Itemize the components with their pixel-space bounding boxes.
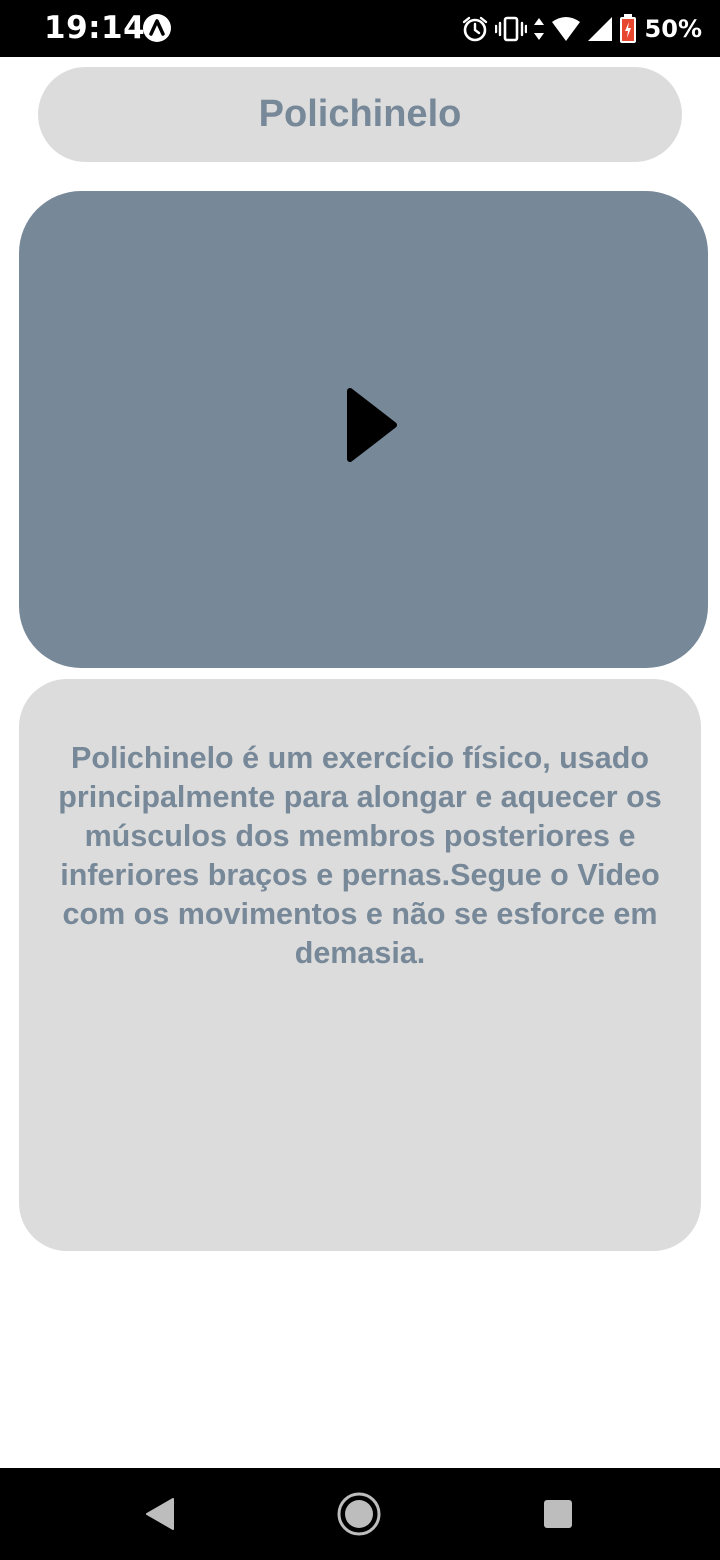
app-notification-icon (143, 14, 171, 42)
alarm-icon (462, 16, 487, 42)
status-icons: 50% (461, 12, 702, 46)
system-nav-bar (0, 1468, 720, 1560)
data-arrows-icon (533, 18, 544, 40)
home-icon (337, 1492, 381, 1536)
recents-icon (544, 1500, 572, 1528)
wifi-icon (551, 17, 580, 41)
battery-icon (619, 14, 636, 43)
status-time: 19:14 (44, 10, 146, 46)
exercise-description: Polichinelo é um exercício físico, usado… (58, 741, 662, 970)
status-bar: 19:14 50% (0, 0, 720, 57)
cell-signal-icon (587, 17, 612, 41)
page-title: Polichinelo (258, 93, 462, 135)
description-card: Polichinelo é um exercício físico, usado… (19, 679, 701, 1251)
recents-button[interactable] (534, 1490, 582, 1538)
battery-percent: 50% (644, 15, 702, 43)
vibrate-icon (494, 16, 527, 42)
back-icon (146, 1498, 174, 1530)
exercise-title-banner: Polichinelo (38, 67, 682, 162)
home-button[interactable] (335, 1490, 383, 1538)
back-button[interactable] (136, 1490, 184, 1538)
play-icon[interactable] (340, 385, 400, 465)
